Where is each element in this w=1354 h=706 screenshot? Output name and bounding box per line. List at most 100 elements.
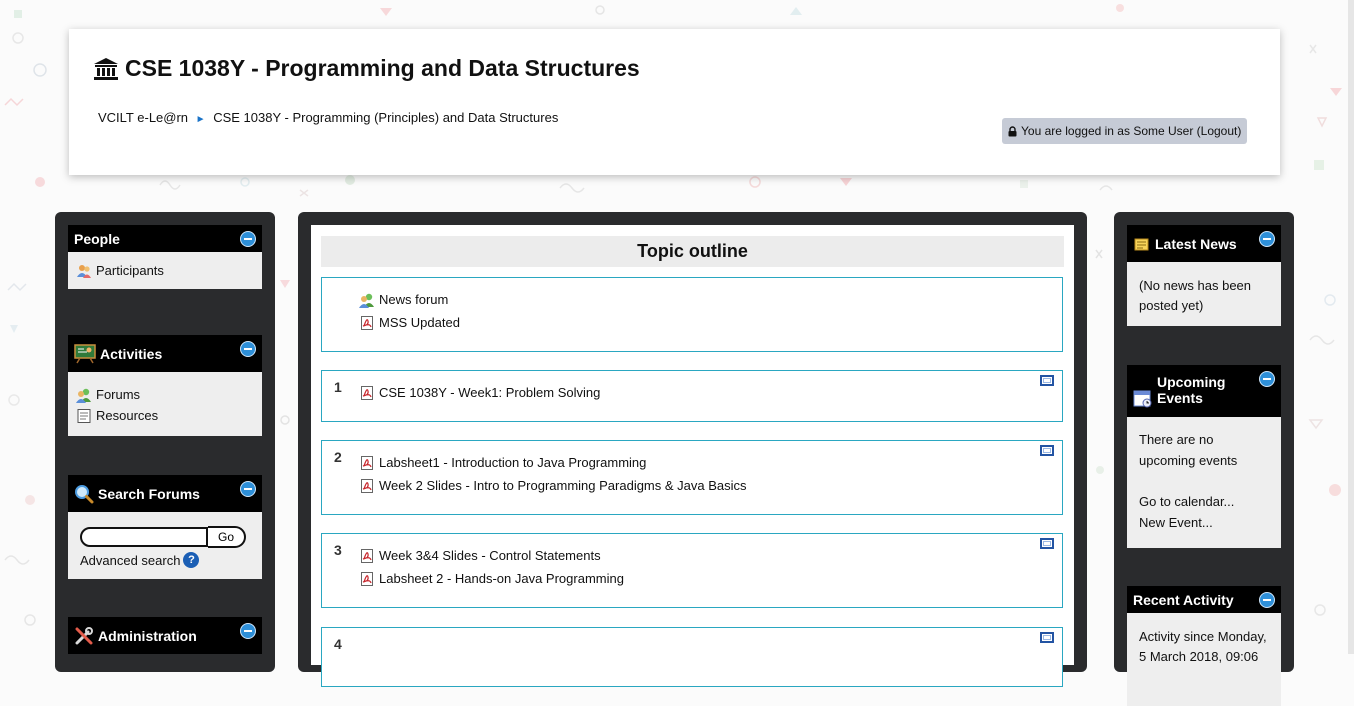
section-item-label[interactable]: Labsheet 2 - Hands-on Java Programming [379,571,624,586]
recent-activity-header: Recent Activity [1127,586,1281,613]
news-icon [1134,238,1149,250]
news-forum-link[interactable]: News forum [359,288,460,311]
recent-activity-title: Recent Activity [1133,591,1234,608]
section-items: Labsheet1 - Introduction to Java Program… [359,451,747,497]
search-form: Go [80,526,254,548]
course-section-4: 4 [321,627,1063,687]
login-text[interactable]: You are logged in as Some User (Logout) [1021,118,1241,144]
resource-link[interactable]: Week 3&4 Slides - Control Statements [359,544,624,567]
advanced-search-link[interactable]: Advanced search [80,553,180,568]
show-only-section-icon[interactable] [1040,538,1054,549]
latest-news-body: (No news has been posted yet) [1139,278,1252,313]
section-items: Week 3&4 Slides - Control Statements Lab… [359,544,624,590]
pdf-icon [361,315,373,330]
activities-block-header: Activities [68,335,262,372]
course-section-3: 3 Week 3&4 Slides - Control Statements L… [321,533,1063,608]
search-forums-block: Search Forums Go Advanced search ? [68,475,262,579]
activities-block-body: Forums Resources [68,372,262,434]
institution-icon [94,57,118,80]
section-items: CSE 1038Y - Week1: Problem Solving [359,381,600,404]
right-sidebar: Latest News (No news has been posted yet… [1114,212,1294,706]
forums-label[interactable]: Forums [96,387,140,402]
upcoming-events-title-line: Events [1157,390,1203,406]
administration-title: Administration [98,627,197,644]
collapse-icon[interactable] [1259,591,1275,608]
section-item-label[interactable]: News forum [379,292,448,307]
participants-icon [77,264,91,278]
pdf-icon [361,478,373,493]
collapse-icon[interactable] [1259,231,1275,247]
page-header: CSE 1038Y - Programming and Data Structu… [69,29,1280,175]
people-block: People Participants [68,225,262,289]
calendar-icon [1133,390,1152,408]
pdf-icon [361,455,373,470]
page-title: CSE 1038Y - Programming and Data Structu… [93,55,640,82]
participants-link[interactable]: Participants [76,260,254,281]
people-block-body: Participants [68,252,262,289]
search-input[interactable] [80,527,208,547]
people-block-title: People [74,230,120,247]
search-forums-title: Search Forums [98,485,200,502]
resource-link[interactable]: Week 2 Slides - Intro to Programming Par… [359,474,747,497]
collapse-icon[interactable] [1259,371,1275,387]
breadcrumb-current: CSE 1038Y - Programming (Principles) and… [213,110,559,125]
section-item-label[interactable]: Week 2 Slides - Intro to Programming Par… [379,478,747,493]
document-icon [77,408,91,423]
new-event-link[interactable]: New Event... [1139,512,1269,533]
show-only-section-icon[interactable] [1040,375,1054,386]
search-forums-body: Go Advanced search ? [68,512,262,576]
activities-block-title: Activities [100,345,163,362]
pdf-icon [361,548,373,563]
section-item-label[interactable]: Labsheet1 - Introduction to Java Program… [379,455,646,470]
go-to-calendar-link[interactable]: Go to calendar... [1139,491,1269,512]
tools-icon [75,626,93,644]
forum-icon [76,388,91,403]
help-icon[interactable]: ? [183,552,200,568]
show-only-section-icon[interactable] [1040,632,1054,643]
section-item-label[interactable]: MSS Updated [379,315,460,330]
section-item-label[interactable]: CSE 1038Y - Week1: Problem Solving [379,385,600,400]
collapse-icon[interactable] [240,623,256,639]
resources-label[interactable]: Resources [96,408,158,423]
go-button[interactable]: Go [208,526,246,548]
resource-link[interactable]: Labsheet 2 - Hands-on Java Programming [359,567,624,590]
collapse-icon[interactable] [240,341,256,357]
breadcrumb-home-link[interactable]: VCILT e-Le@rn [98,110,188,125]
participants-label[interactable]: Participants [96,263,164,278]
show-only-section-icon[interactable] [1040,445,1054,456]
section-item-label[interactable]: Week 3&4 Slides - Control Statements [379,548,601,563]
latest-news-block: Latest News (No news has been posted yet… [1127,225,1281,326]
collapse-icon[interactable] [240,230,256,247]
upcoming-events-body: There are no upcoming events Go to calen… [1127,417,1281,541]
pdf-icon [361,571,373,586]
people-block-header: People [68,225,262,252]
section-number: 1 [334,379,342,395]
upcoming-events-title: Upcoming Events [1157,374,1225,406]
no-events-text: There are no upcoming events [1139,432,1238,468]
course-section-1: 1 CSE 1038Y - Week1: Problem Solving [321,370,1063,422]
collapse-icon[interactable] [240,481,256,497]
upcoming-events-header: Upcoming Events [1127,365,1281,417]
lock-icon [1008,125,1017,136]
pdf-icon [361,385,373,400]
latest-news-title: Latest News [1155,235,1237,252]
section-number: 4 [334,636,342,652]
administration-block-header: Administration [68,617,262,654]
resource-link[interactable]: CSE 1038Y - Week1: Problem Solving [359,381,600,404]
upcoming-events-title-line: Upcoming [1157,374,1226,390]
magnifier-icon [75,484,94,503]
course-title-text: CSE 1038Y - Programming and Data Structu… [125,55,640,81]
main-content: Topic outline News forum MSS Updated 1 C… [298,212,1087,687]
course-content: Topic outline News forum MSS Updated 1 C… [311,225,1074,687]
topic-outline-title: Topic outline [321,236,1064,267]
resource-link[interactable]: MSS Updated [359,311,460,334]
forums-link[interactable]: Forums [76,384,254,405]
section-items: News forum MSS Updated [359,288,460,334]
resource-link[interactable]: Labsheet1 - Introduction to Java Program… [359,451,747,474]
section-number: 3 [334,542,342,558]
page-scrollbar[interactable] [1348,0,1354,654]
login-info[interactable]: You are logged in as Some User (Logout) [1002,118,1248,144]
search-forums-block-header: Search Forums [68,475,262,512]
resources-link[interactable]: Resources [76,405,254,426]
breadcrumb-separator-icon: ► [195,114,206,125]
